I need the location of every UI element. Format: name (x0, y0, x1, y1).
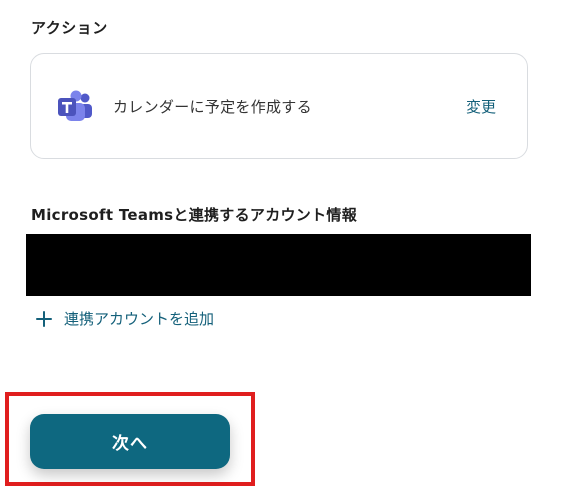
change-action-link[interactable]: 変更 (466, 96, 496, 117)
add-account-link[interactable]: 連携アカウントを追加 (34, 308, 214, 329)
page: アクション カレンダーに予定を作成する 変更 Microsoft Teamsと連… (0, 0, 562, 488)
action-card: カレンダーに予定を作成する 変更 (30, 53, 528, 159)
redacted-account-field[interactable] (26, 234, 531, 296)
plus-icon (34, 309, 54, 329)
next-button[interactable]: 次へ (30, 414, 230, 469)
account-section-title: Microsoft Teamsと連携するアカウント情報 (31, 206, 358, 224)
microsoft-teams-icon (58, 90, 92, 121)
add-account-label: 連携アカウントを追加 (64, 310, 215, 328)
action-label: カレンダーに予定を作成する (113, 98, 312, 116)
section-title: アクション (31, 19, 108, 37)
